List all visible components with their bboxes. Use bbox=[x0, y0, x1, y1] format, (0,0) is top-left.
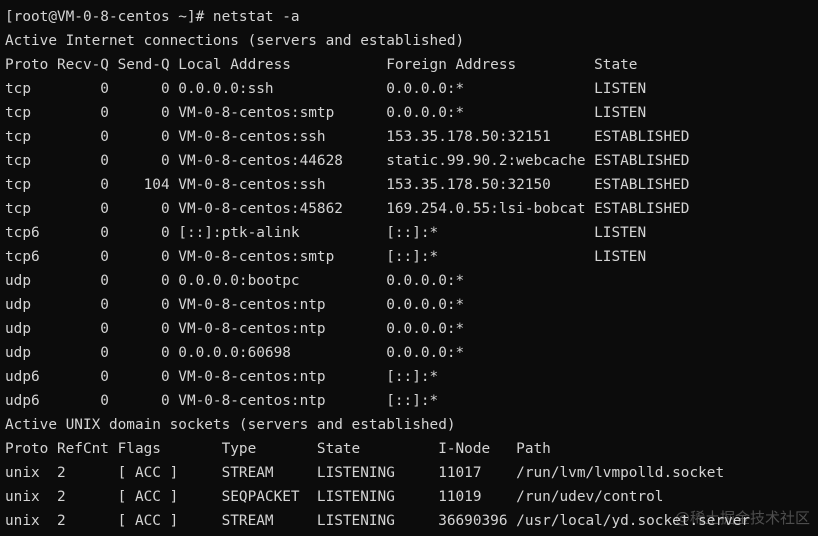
terminal-line: udp6 0 0 VM-0-8-centos:ntp [::]:* bbox=[5, 393, 439, 409]
terminal-line: tcp 0 0 VM-0-8-centos:44628 static.99.90… bbox=[5, 153, 690, 169]
watermark: @稀土掘金技术社区 bbox=[674, 509, 810, 527]
terminal-line: tcp 0 0 VM-0-8-centos:smtp 0.0.0.0:* LIS… bbox=[5, 105, 647, 121]
terminal-line: udp 0 0 VM-0-8-centos:ntp 0.0.0.0:* bbox=[5, 297, 465, 313]
terminal-line-inet-header: Proto Recv-Q Send-Q Local Address Foreig… bbox=[5, 57, 638, 73]
terminal-line: udp 0 0 VM-0-8-centos:ntp 0.0.0.0:* bbox=[5, 321, 465, 337]
terminal-line: tcp 0 0 VM-0-8-centos:ssh 153.35.178.50:… bbox=[5, 129, 690, 145]
terminal-line-unix-heading: Active UNIX domain sockets (servers and … bbox=[5, 417, 456, 433]
terminal-line: udp6 0 0 VM-0-8-centos:ntp [::]:* bbox=[5, 369, 439, 385]
terminal-line-inet-heading: Active Internet connections (servers and… bbox=[5, 33, 465, 49]
terminal-line: tcp6 0 0 [::]:ptk-alink [::]:* LISTEN bbox=[5, 225, 647, 241]
terminal-line: udp 0 0 0.0.0.0:60698 0.0.0.0:* bbox=[5, 345, 465, 361]
terminal-line: unix 2 [ ACC ] STREAM LISTENING 11017 /r… bbox=[5, 465, 725, 481]
terminal-line: tcp6 0 0 VM-0-8-centos:smtp [::]:* LISTE… bbox=[5, 249, 647, 265]
terminal-window[interactable]: [root@VM-0-8-centos ~]# netstat -a Activ… bbox=[0, 0, 818, 536]
terminal-line: tcp 0 0 0.0.0.0:ssh 0.0.0.0:* LISTEN bbox=[5, 81, 647, 97]
terminal-line-unix-header: Proto RefCnt Flags Type State I-Node Pat… bbox=[5, 441, 551, 457]
terminal-line: udp 0 0 0.0.0.0:bootpc 0.0.0.0:* bbox=[5, 273, 465, 289]
terminal-line: unix 2 [ ACC ] SEQPACKET LISTENING 11019… bbox=[5, 489, 664, 505]
terminal-line-prompt: [root@VM-0-8-centos ~]# netstat -a bbox=[5, 9, 300, 25]
terminal-line: tcp 0 104 VM-0-8-centos:ssh 153.35.178.5… bbox=[5, 177, 690, 193]
terminal-line: tcp 0 0 VM-0-8-centos:45862 169.254.0.55… bbox=[5, 201, 690, 217]
